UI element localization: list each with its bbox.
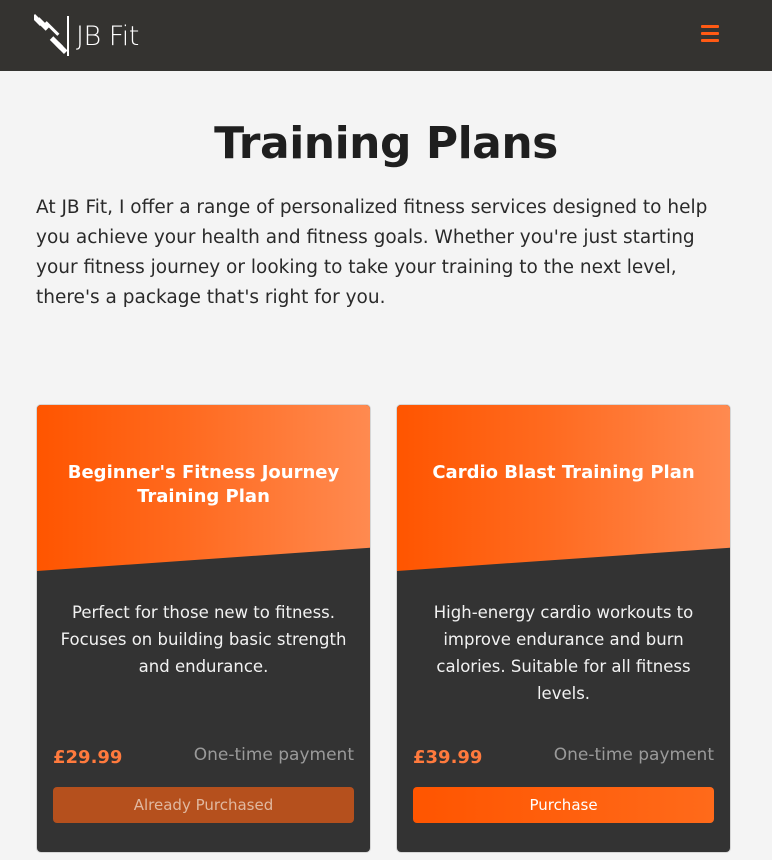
payment-type: One-time payment xyxy=(553,745,714,765)
top-navbar: JB Fit xyxy=(0,0,772,71)
plan-description: High-energy cardio workouts to improve e… xyxy=(433,603,694,703)
payment-type: One-time payment xyxy=(193,745,354,765)
page-title: Training Plans xyxy=(214,118,558,169)
plan-title: Cardio Blast Training Plan xyxy=(432,462,695,483)
plan-price: £39.99 xyxy=(413,747,483,768)
plan-price: £29.99 xyxy=(53,747,123,768)
barbell-icon xyxy=(34,13,69,56)
site-logo[interactable]: JB Fit xyxy=(34,12,139,60)
card-header-banner xyxy=(397,405,730,571)
intro-paragraph: At JB Fit, I offer a range of personaliz… xyxy=(36,197,708,308)
plan-card-beginner: Beginner's Fitness Journey Training Plan… xyxy=(36,404,371,853)
plan-description: Perfect for those new to fitness. Focuse… xyxy=(60,603,347,676)
already-purchased-button[interactable]: Already Purchased xyxy=(53,787,354,823)
plan-title: Beginner's Fitness Journey Training Plan xyxy=(67,462,340,507)
hamburger-menu-icon[interactable] xyxy=(701,25,721,43)
plan-card-cardio: Cardio Blast Training Plan High-energy c… xyxy=(396,404,731,853)
purchase-button[interactable]: Purchase xyxy=(413,787,714,823)
logo-text: JB Fit xyxy=(76,20,139,52)
